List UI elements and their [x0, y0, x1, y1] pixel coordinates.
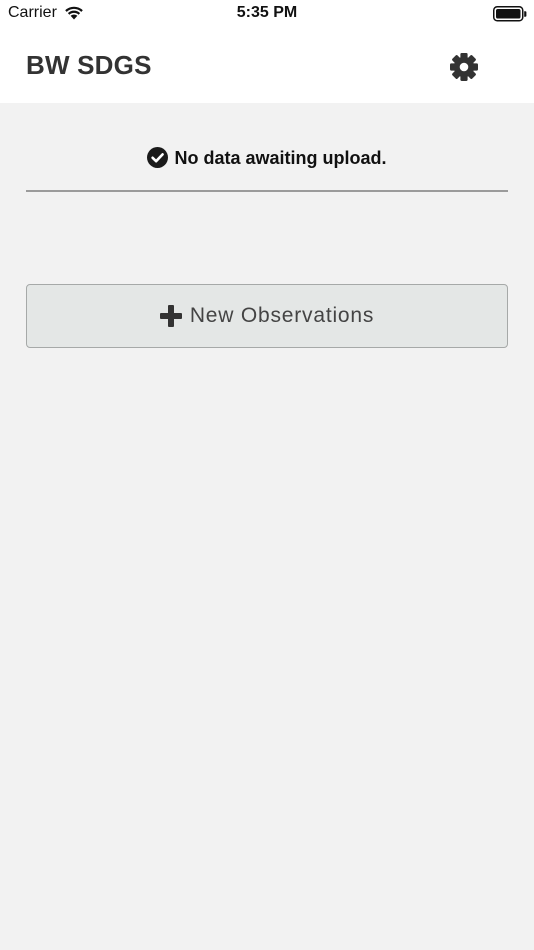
upload-status: No data awaiting upload.: [26, 146, 508, 174]
new-observations-label: New Observations: [189, 304, 375, 327]
new-observations-button[interactable]: New Observations: [26, 284, 508, 348]
status-time: 5:35 PM: [236, 4, 298, 21]
gear-icon: [450, 53, 478, 81]
check-circle-icon: [147, 146, 169, 168]
upload-status-message: No data awaiting upload.: [174, 148, 387, 168]
settings-button[interactable]: [447, 50, 481, 84]
status-bar: Carrier 5:35 PM: [0, 0, 534, 28]
plus-icon: [159, 305, 182, 327]
battery-icon: [493, 6, 527, 22]
divider: [26, 190, 508, 192]
app-title: BW SDGS: [26, 50, 152, 80]
app-header: BW SDGS: [0, 28, 534, 103]
